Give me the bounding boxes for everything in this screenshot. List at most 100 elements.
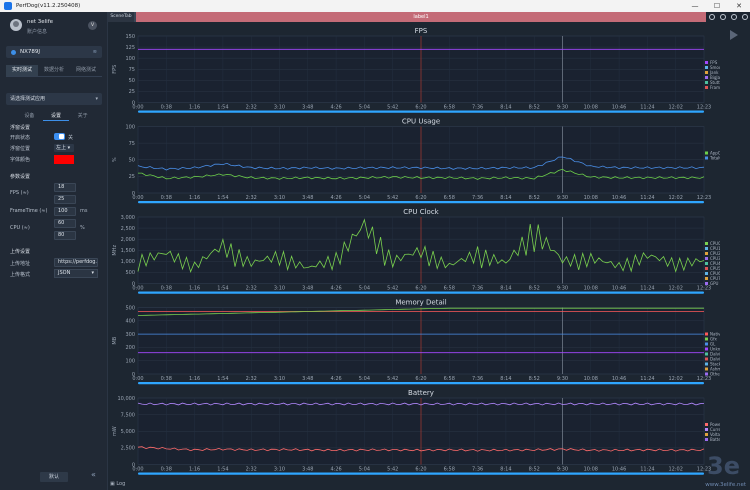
chart-0-xtick-label: 8:14 <box>500 105 511 111</box>
chart-0-xtick-label: 0:00 <box>132 105 143 111</box>
info-icon[interactable] <box>730 14 737 20</box>
settings-icon[interactable] <box>719 14 726 20</box>
perfdog-window: PerfDog(v11.2.250408) — ☐ ✕ net 3elife 账… <box>0 0 750 490</box>
chart-0-xtick-label: 12:02 <box>668 105 682 111</box>
chart-0-xtick-label: 5:04 <box>359 105 370 111</box>
float-enable-toggle[interactable] <box>54 133 65 140</box>
tab-network-test[interactable]: 网络测试 <box>70 65 102 76</box>
chart-2-legend-swatch <box>705 282 708 285</box>
sidebar: net 3elife 账户信息 V NX789J ≋ 实时测试 数据分析 网络测… <box>0 12 108 490</box>
chart-3-xtick-label: 3:10 <box>274 376 285 382</box>
chart-3-xtick-label: 4:26 <box>330 376 341 382</box>
chart-3-xtick-label: 3:48 <box>302 376 313 382</box>
chart-2-legend-swatch <box>705 257 708 260</box>
fps-label: FPS (≈) <box>10 190 29 196</box>
chart-4-xtick-label: 3:48 <box>302 467 313 473</box>
app-icon <box>4 2 12 10</box>
float-enable-value: 关 <box>68 135 74 141</box>
record-icon[interactable] <box>741 14 748 20</box>
chart-2-legend-swatch <box>705 277 708 280</box>
chart-1-xtick-label: 5:04 <box>359 195 370 201</box>
upload-format-value: JSON <box>58 270 71 276</box>
log-toggle[interactable]: ▣ Log <box>110 481 125 487</box>
chart-0-title: FPS <box>415 27 428 35</box>
chart-0-xtick-label: 2:32 <box>246 105 257 111</box>
chart-0-ytick-label: 150 <box>125 34 135 40</box>
chart-0-legend-label: FrameTime <box>710 85 720 90</box>
wifi-icon: ≋ <box>92 49 97 55</box>
chart-1-legend-swatch <box>705 151 708 155</box>
chart-0-legend-swatch <box>705 66 708 69</box>
chart-2-title: CPU Clock <box>403 208 439 216</box>
chart-4-legend-swatch <box>705 423 708 426</box>
version-badge[interactable]: V <box>88 21 97 30</box>
chart-3-ytick-label: 400 <box>125 319 135 325</box>
device-selector[interactable]: NX789J ≋ <box>6 46 102 58</box>
account-info-link[interactable]: 账户信息 <box>27 28 47 35</box>
default-button[interactable]: 默认 <box>40 472 68 482</box>
collapse-sidebar-icon[interactable]: « <box>91 470 96 479</box>
chart-3-xtick-label: 5:04 <box>359 376 370 382</box>
fps-input-2[interactable]: 25 <box>54 195 76 204</box>
play-icon[interactable] <box>730 30 738 40</box>
avatar[interactable] <box>10 19 22 31</box>
app-select[interactable]: 请选择测试应用 ▾ <box>6 93 102 105</box>
tab-data-analysis[interactable]: 数据分析 <box>38 65 70 76</box>
cpu-input-1[interactable]: 60 <box>54 219 76 228</box>
chart-3-xtick-label: 0:38 <box>161 376 172 382</box>
chart-2-legend-swatch <box>705 247 708 250</box>
tab-device[interactable]: 设备 <box>16 111 43 121</box>
chart-2-xtick-label: 2:32 <box>246 286 257 292</box>
chart-1-xtick-label: 6:58 <box>444 195 455 201</box>
chart-3-xtick-label: 1:16 <box>189 376 200 382</box>
chart-1-ylabel: % <box>112 157 118 162</box>
frametime-unit: ms <box>80 208 88 214</box>
chart-0-legend-swatch <box>705 76 708 79</box>
chart-3-legend-swatch <box>705 362 708 366</box>
tab-realtime-test[interactable]: 实时测试 <box>6 65 38 76</box>
chart-4-xtick-label: 1:16 <box>189 467 200 473</box>
chart-2-ylabel: MHz <box>112 245 118 256</box>
chart-2-ytick-label: 1,000 <box>121 259 135 265</box>
chart-3-scrollbar <box>138 382 704 385</box>
chart-0-legend-swatch <box>705 86 708 89</box>
chart-2-xtick-label: 12:23 <box>697 286 711 292</box>
maximize-icon[interactable]: ☐ <box>706 0 728 12</box>
chart-2-legend-swatch <box>705 267 708 270</box>
chart-2-xtick-label: 10:08 <box>584 286 598 292</box>
frametime-input[interactable]: 100 <box>54 207 76 216</box>
chart-3-xtick-label: 12:23 <box>697 376 711 382</box>
minimize-icon[interactable]: — <box>684 0 706 12</box>
chart-4-ytick-label: 10,000 <box>118 396 136 402</box>
title-bar: PerfDog(v11.2.250408) — ☐ ✕ <box>0 0 750 12</box>
chart-1-ytick-label: 25 <box>129 174 135 180</box>
chart-1-xtick-label: 6:20 <box>415 195 426 201</box>
chart-2-xtick-label: 3:48 <box>302 286 313 292</box>
fps-input-1[interactable]: 18 <box>54 183 76 192</box>
chart-4-xtick-label: 6:58 <box>444 467 455 473</box>
cpu-input-2[interactable]: 80 <box>54 231 76 240</box>
log-label: Log <box>116 481 126 487</box>
float-position-select[interactable]: 左上 ▾ <box>54 144 74 152</box>
chart-2-xtick-label: 12:02 <box>668 286 682 292</box>
chart-4-legend-swatch <box>705 428 708 431</box>
chart-0-xtick-label: 9:30 <box>557 105 568 111</box>
chart-2-legend-label: GPU <box>710 281 719 286</box>
tab-about[interactable]: 关于 <box>69 111 96 121</box>
chart-2-xtick-label: 6:20 <box>415 286 426 292</box>
chart-2-xtick-label: 6:58 <box>444 286 455 292</box>
tab-settings[interactable]: 设置 <box>42 111 70 121</box>
chart-2-ytick-label: 2,500 <box>121 226 135 232</box>
chart-4-xtick-label: 4:26 <box>330 467 341 473</box>
chart-0-ytick-label: 125 <box>125 45 135 51</box>
upload-format-select[interactable]: JSON ▾ <box>54 269 98 278</box>
chart-4-xtick-label: 8:14 <box>500 467 511 473</box>
chart-0-ylabel: FPS <box>112 65 118 74</box>
font-color-swatch[interactable] <box>54 155 74 164</box>
upload-url-input[interactable]: https://perfdog.q <box>54 258 98 267</box>
chart-2-ytick-label: 500 <box>125 270 135 276</box>
float-section-title: 浮窗设置 <box>10 125 31 131</box>
close-icon[interactable]: ✕ <box>728 0 750 12</box>
chart-4-xtick-label: 0:38 <box>161 467 172 473</box>
chart-4-xtick-label: 3:10 <box>274 467 285 473</box>
